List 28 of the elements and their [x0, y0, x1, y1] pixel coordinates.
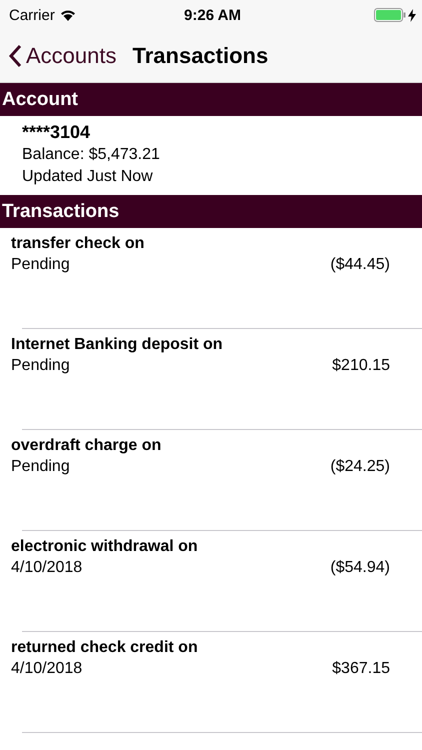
- chevron-left-icon: [8, 44, 22, 68]
- transaction-description: overdraft charge on: [11, 436, 162, 456]
- transaction-amount: ($54.94): [330, 558, 390, 578]
- transaction-amount: $367.15: [332, 659, 390, 679]
- balance-text: Balance: $5,473.21: [22, 145, 161, 165]
- transaction-description: returned check credit on: [11, 638, 199, 658]
- transaction-description: Internet Banking deposit on: [11, 335, 224, 355]
- transaction-description: electronic withdrawal on: [11, 537, 199, 557]
- transaction-amount: $210.15: [332, 356, 390, 376]
- status-time: 9:26 AM: [184, 6, 241, 24]
- updated-text: Updated Just Now: [22, 167, 154, 187]
- transaction-date: Pending: [11, 457, 70, 477]
- battery-icon: [374, 8, 406, 22]
- transaction-description: transfer check on: [11, 234, 146, 254]
- transaction-amount: ($24.25): [330, 457, 390, 477]
- transaction-date: Pending: [11, 356, 70, 376]
- transaction-date: Pending: [11, 255, 70, 275]
- transaction-date: 4/10/2018: [11, 558, 82, 578]
- wifi-icon: [60, 9, 76, 21]
- account-number: ****3104: [22, 121, 92, 144]
- screen-title: Transactions: [132, 43, 268, 69]
- back-button[interactable]: Accounts: [8, 43, 116, 69]
- transaction-date: 4/10/2018: [11, 659, 82, 679]
- transaction-amount: ($44.45): [330, 255, 390, 275]
- section-header: Account: [0, 83, 422, 116]
- carrier-label: Carrier: [9, 6, 55, 24]
- charging-icon: [408, 8, 416, 22]
- section-header: Transactions: [0, 195, 422, 228]
